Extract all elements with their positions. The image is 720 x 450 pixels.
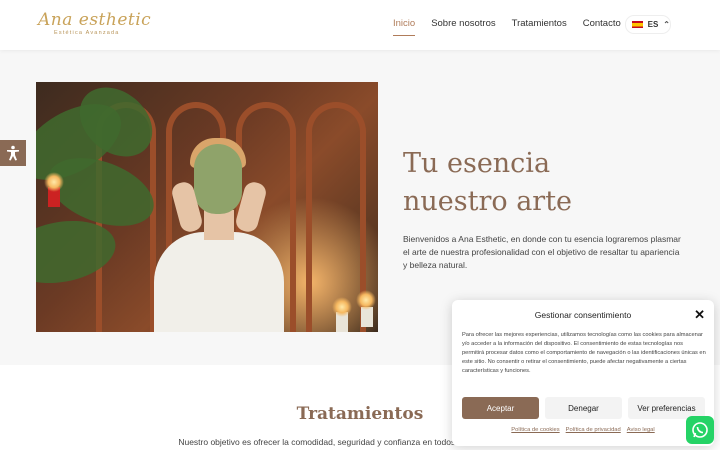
- accessibility-icon: [7, 145, 19, 161]
- logo[interactable]: Ana esthetic Estética Avanzada: [38, 10, 152, 36]
- whatsapp-icon: [692, 422, 708, 438]
- consent-title: Gestionar consentimiento: [534, 310, 632, 320]
- hero-title-line2: nuestro arte: [403, 186, 573, 217]
- hero-title-line1: Tu esencia: [403, 148, 551, 179]
- spain-flag-icon: [632, 21, 643, 28]
- whatsapp-button[interactable]: [686, 416, 714, 444]
- deny-button[interactable]: Denegar: [545, 397, 622, 419]
- logo-tagline: Estética Avanzada: [54, 30, 120, 36]
- cookie-consent-dialog: Gestionar consentimiento ✕ Para ofrecer …: [452, 300, 714, 446]
- consent-body: Para ofrecer las mejores experiencias, u…: [462, 332, 706, 374]
- hero-description: Bienvenidos a Ana Esthetic, en donde con…: [403, 234, 681, 270]
- privacy-policy-link[interactable]: Política de privacidad: [566, 427, 621, 433]
- main-nav: Inicio Sobre nosotros Tratamientos Conta…: [393, 18, 637, 36]
- cookie-policy-link[interactable]: Política de cookies: [511, 427, 559, 433]
- site-header: Ana esthetic Estética Avanzada Inicio So…: [0, 0, 720, 50]
- nav-item-tratamientos[interactable]: Tratamientos: [512, 18, 567, 36]
- logo-name: Ana esthetic: [38, 10, 152, 30]
- accessibility-button[interactable]: [0, 140, 26, 166]
- hero-title: Tu esencia nuestro arte: [403, 145, 663, 221]
- nav-item-sobre-nosotros[interactable]: Sobre nosotros: [431, 18, 495, 36]
- accept-button[interactable]: Aceptar: [462, 397, 539, 419]
- language-label: ES: [647, 20, 659, 29]
- legal-notice-link[interactable]: Aviso legal: [627, 427, 655, 433]
- close-icon[interactable]: ✕: [694, 307, 705, 323]
- nav-item-contacto[interactable]: Contacto: [583, 18, 621, 36]
- chevron-up-icon: ⌃: [663, 20, 670, 29]
- consent-links: Política de cookies Política de privacid…: [452, 427, 714, 433]
- hero-image: [36, 82, 378, 332]
- nav-item-inicio[interactable]: Inicio: [393, 18, 416, 36]
- language-switcher[interactable]: ES ⌃: [625, 15, 671, 34]
